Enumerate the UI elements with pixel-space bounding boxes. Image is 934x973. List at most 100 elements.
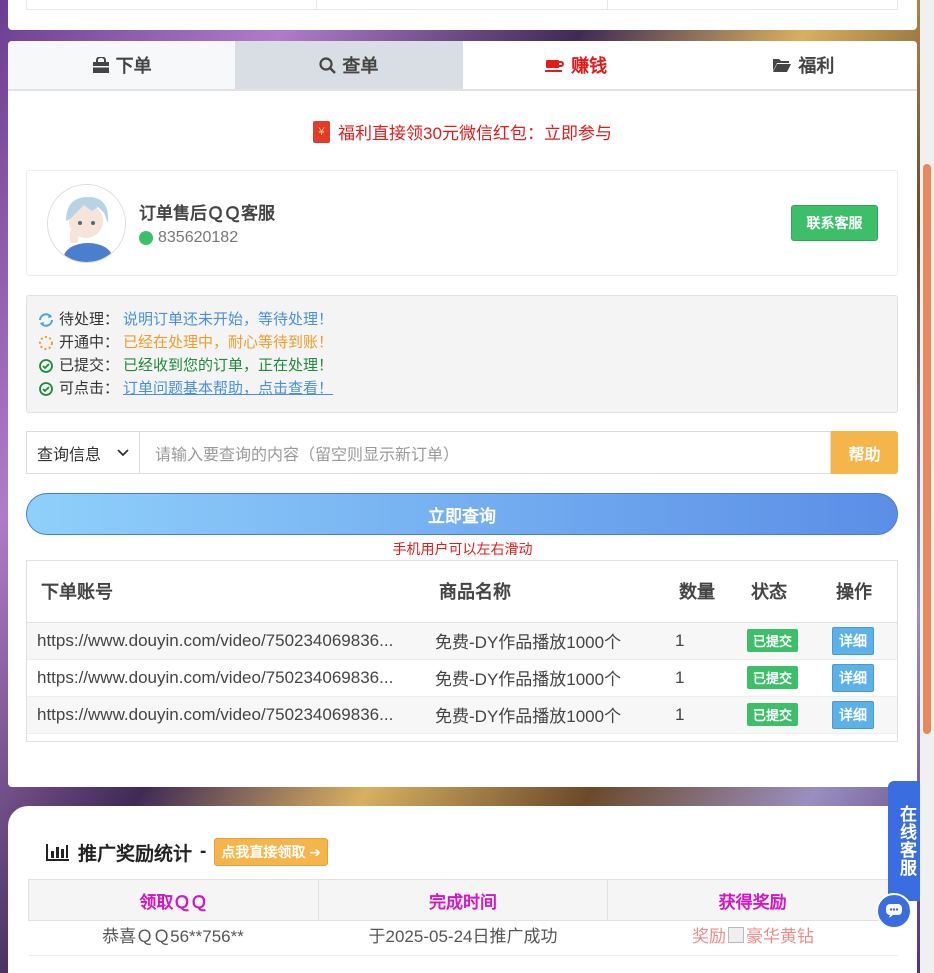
query-button[interactable]: 立即查询	[26, 493, 898, 535]
cell-action: 详细	[822, 696, 897, 734]
promotion-title: 推广奖励统计 - 点我直接领取 ➔	[46, 838, 328, 866]
table-row: https://www.douyin.com/video/75023406983…	[27, 696, 897, 734]
legend-processing: 开通中： 已经在处理中，耐心等待到账！	[37, 331, 887, 354]
legend-label: 待处理：	[59, 311, 120, 328]
tab-label: 福利	[798, 56, 835, 76]
page-scrollbar[interactable]	[920, 0, 934, 973]
account-text: https://www.douyin.com/video/75023406983…	[37, 667, 394, 687]
title-separator: -	[200, 841, 207, 862]
arrow-right-icon: ➔	[309, 844, 321, 860]
col-account: 下单账号	[27, 561, 425, 623]
bar-chart-icon	[46, 843, 70, 861]
cell-qty: 1	[665, 696, 737, 734]
folder-open-icon	[772, 57, 792, 73]
customer-service-card: 订单售后ＱＱ客服 835620182 联系客服	[26, 170, 898, 276]
service-name: 订单售后ＱＱ客服	[139, 204, 275, 223]
legend-text: 说明订单还未开始，等待处理！	[123, 311, 334, 328]
header-time: 完成时间	[319, 880, 609, 920]
cell-account: https://www.douyin.com/video/75023406983…	[27, 622, 425, 660]
check-circle-icon	[37, 381, 55, 397]
mobile-tip: 手机用户可以左右滑动	[392, 541, 533, 557]
main-card: 下单 查单 赚钱 福利 ¥ 福利直接领30元微信红包：立即参与 订单售后ＱＱ客服…	[8, 41, 917, 787]
contact-service-button[interactable]: 联系客服	[791, 205, 878, 241]
reward-alt-text: 豪华黄钻	[746, 927, 814, 946]
header-reward: 获得奖励	[718, 892, 787, 912]
cell-product: 免费-DY作品播放1000个	[425, 696, 665, 734]
tab-label: 查单	[342, 56, 379, 76]
scrollbar-thumb[interactable]	[923, 164, 931, 734]
spinner-icon	[37, 335, 55, 351]
search-icon	[319, 56, 337, 74]
cell-qty: 1	[665, 622, 737, 660]
table-row: https://www.douyin.com/video/75023406983…	[27, 622, 897, 660]
legend-submitted: 已提交： 已经收到您的订单，正在处理！	[37, 354, 887, 377]
table-row: https://www.douyin.com/video/75023406983…	[27, 659, 897, 697]
service-qq: 835620182	[139, 229, 238, 247]
legend-pending: 待处理： 说明订单还未开始，等待处理！	[37, 308, 887, 331]
shopping-bag-icon	[92, 56, 110, 74]
account-text: https://www.douyin.com/video/75023406983…	[37, 630, 394, 650]
online-service-label: 在线客服	[897, 805, 916, 877]
tab-order[interactable]: 下单	[8, 41, 236, 89]
refresh-icon	[37, 312, 55, 328]
detail-button[interactable]: 详细	[832, 626, 874, 655]
table-header-row: 下单账号 商品名称 数量 状态 操作	[27, 561, 897, 623]
status-legend: 待处理： 说明订单还未开始，等待处理！ 开通中： 已经在处理中，耐心等待到账！ …	[26, 295, 898, 413]
tab-benefit[interactable]: 福利	[689, 41, 917, 89]
promo-text[interactable]: 福利直接领30元微信红包：立即参与	[338, 119, 612, 144]
col-action: 操作	[822, 561, 897, 623]
promotion-table-header: 领取ＱＱ 完成时间 获得奖励	[28, 879, 898, 921]
legend-text: 已经收到您的订单，正在处理！	[123, 357, 334, 374]
help-link[interactable]: 订单问题基本帮助，点击查看！	[123, 377, 333, 400]
legend-text: 已经在处理中，耐心等待到账！	[123, 334, 334, 351]
help-button[interactable]: 帮助	[831, 431, 898, 474]
cell-action: 详细	[822, 659, 897, 697]
check-circle-icon	[37, 358, 55, 374]
orders-table[interactable]: 下单账号 商品名称 数量 状态 操作 https://www.douyin.co…	[26, 560, 898, 742]
cell-account: https://www.douyin.com/video/75023406983…	[27, 696, 425, 734]
chat-icon[interactable]	[876, 893, 912, 929]
red-packet-icon: ¥	[313, 120, 331, 143]
legend-label: 已提交：	[59, 357, 120, 374]
search-row: 查询信息 请输入要查询的内容（留空则显示新订单） 帮助	[26, 431, 898, 474]
tab-bar: 下单 查单 赚钱 福利	[8, 41, 917, 91]
coffee-cup-icon	[545, 57, 565, 73]
previous-card	[8, 0, 917, 30]
cell-status: 已提交	[737, 696, 822, 734]
cell-product: 免费-DY作品播放1000个	[425, 622, 665, 660]
search-input[interactable]: 请输入要查询的内容（留空则显示新订单）	[139, 431, 831, 474]
legend-label: 可点击：	[59, 380, 120, 397]
cell-account: https://www.douyin.com/video/75023406983…	[27, 659, 425, 697]
online-service-tab[interactable]: 在线客服	[888, 781, 924, 901]
red-packet-promo[interactable]: ¥ 福利直接领30元微信红包：立即参与	[8, 119, 917, 144]
status-badge: 已提交	[747, 703, 799, 726]
qq-number: 835620182	[158, 229, 239, 246]
detail-button[interactable]: 详细	[832, 663, 874, 692]
col-qty: 数量	[665, 561, 737, 623]
legend-clickable: 可点击： 订单问题基本帮助，点击查看！	[37, 377, 887, 400]
status-badge: 已提交	[747, 629, 799, 652]
avatar	[47, 184, 126, 263]
previous-table-edge	[26, 0, 898, 10]
chevron-down-icon	[117, 448, 129, 457]
tab-query[interactable]: 查单	[235, 41, 463, 89]
tab-label: 赚钱	[571, 56, 608, 76]
online-status-icon	[139, 231, 153, 245]
col-status: 状态	[737, 561, 822, 623]
query-type-select[interactable]: 查询信息	[26, 431, 139, 474]
legend-label: 开通中：	[59, 334, 120, 351]
tab-label: 下单	[115, 56, 152, 76]
status-badge: 已提交	[747, 666, 799, 689]
claim-button[interactable]: 点我直接领取 ➔	[214, 838, 328, 866]
broken-image-icon	[728, 926, 744, 943]
header-qq: 领取ＱＱ	[29, 880, 319, 920]
promotion-title-text: 推广奖励统计	[78, 843, 193, 865]
tab-earn[interactable]: 赚钱	[462, 41, 690, 89]
reward-label: 奖励	[692, 927, 726, 946]
cell-status: 已提交	[737, 622, 822, 660]
col-product: 商品名称	[425, 561, 665, 623]
cell-action: 详细	[822, 622, 897, 660]
select-value: 查询信息	[37, 446, 102, 464]
cell-qty: 1	[665, 659, 737, 697]
detail-button[interactable]: 详细	[832, 700, 874, 729]
